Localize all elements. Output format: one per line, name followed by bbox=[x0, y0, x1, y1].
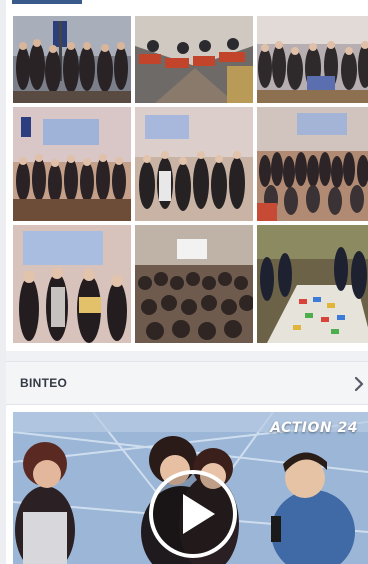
gallery-photo[interactable] bbox=[135, 107, 253, 221]
channel-logo: ACTION 24 bbox=[270, 420, 358, 436]
gallery-photo[interactable] bbox=[13, 225, 131, 343]
section-divider bbox=[6, 351, 368, 361]
photo-group-stage bbox=[13, 16, 131, 103]
gallery-photo[interactable] bbox=[257, 16, 368, 103]
photo-auditorium bbox=[135, 16, 253, 103]
left-rail bbox=[0, 0, 6, 564]
photo-award-presentation bbox=[13, 225, 131, 343]
photo-students-posing bbox=[135, 107, 253, 221]
gallery-photo[interactable] bbox=[135, 16, 253, 103]
videos-section-title: ΒΙΝΤΕΟ bbox=[20, 376, 68, 390]
photo-hall-group bbox=[257, 16, 368, 103]
gallery-photo[interactable] bbox=[257, 107, 368, 221]
play-button[interactable] bbox=[149, 470, 237, 558]
photo-audience-screen bbox=[135, 225, 253, 343]
gallery-photo[interactable] bbox=[13, 16, 131, 103]
photo-gallery bbox=[13, 16, 368, 346]
videos-section-header[interactable]: ΒΙΝΤΕΟ bbox=[6, 361, 368, 405]
photo-students-flag bbox=[13, 107, 131, 221]
photo-floor-game bbox=[257, 225, 368, 343]
play-icon bbox=[183, 494, 215, 534]
gallery-photo[interactable] bbox=[257, 225, 368, 343]
page: ΒΙΝΤΕΟ ACTION 24 bbox=[0, 0, 368, 564]
chevron-right-icon[interactable] bbox=[352, 375, 366, 393]
gallery-photo[interactable] bbox=[135, 225, 253, 343]
gallery-photo[interactable] bbox=[13, 107, 131, 221]
video-player[interactable]: ACTION 24 bbox=[13, 412, 368, 564]
top-tab-indicator bbox=[12, 0, 82, 4]
photo-large-group bbox=[257, 107, 368, 221]
